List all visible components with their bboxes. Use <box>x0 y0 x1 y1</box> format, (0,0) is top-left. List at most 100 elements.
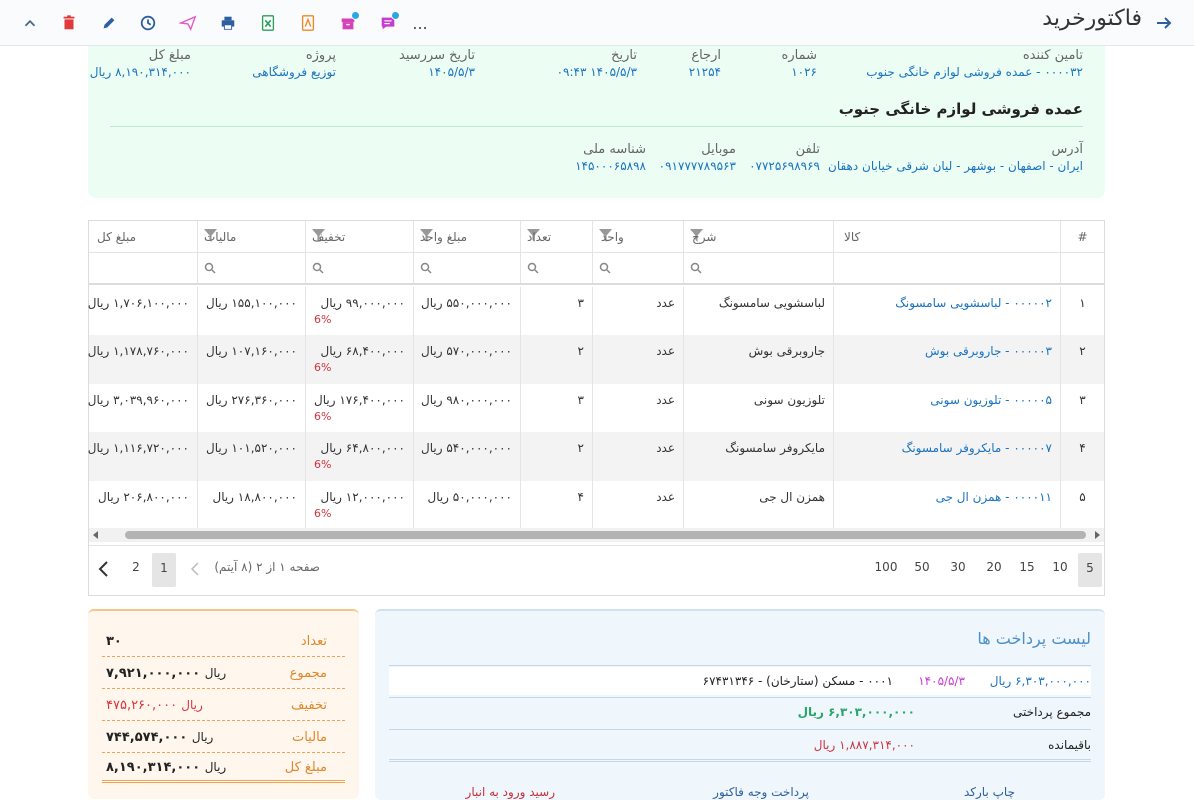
collapse-button[interactable] <box>15 8 45 38</box>
discount-cell: ۱۷۶,۴۰۰,۰۰۰ ریال 6% <box>305 384 413 432</box>
filter-unit-price-input[interactable] <box>413 253 520 283</box>
next-page-icon[interactable] <box>98 561 110 577</box>
filter-unit-input[interactable] <box>592 253 683 283</box>
col-unit-price-label: مبلغ واحد <box>420 229 468 244</box>
page-size-option[interactable]: 10 <box>1048 560 1072 574</box>
tax-cell: ۱۰۷,۱۶۰,۰۰۰ ریال <box>197 335 305 384</box>
history-button[interactable] <box>133 8 163 38</box>
scroll-thumb[interactable] <box>125 531 1086 539</box>
number-field: شماره ۱۰۲۶ <box>782 48 817 79</box>
page-size-option[interactable]: 50 <box>910 560 934 574</box>
table-row[interactable]: ۴ ۰۰۰۰۰۷ - مایکروفر سامسونگ مایکروفر سام… <box>87 432 1104 481</box>
page-button[interactable]: 2 <box>124 560 148 574</box>
payment-amount[interactable]: ۶,۳۰۳,۰۰۰,۰۰۰ ریال <box>990 674 1091 688</box>
filter-total-input[interactable] <box>89 253 197 283</box>
table-row[interactable]: ۱ ۰۰۰۰۰۲ - لباسشویی سامسونگ لباسشویی سام… <box>88 287 1104 335</box>
phone-field: تلفن ۰۷۷۲۵۶۹۸۹۶۹ <box>749 142 820 173</box>
delete-button[interactable] <box>54 8 84 38</box>
print-button[interactable] <box>213 8 243 38</box>
address-label: آدرس <box>1051 142 1083 157</box>
date-label: تاریخ <box>611 48 637 63</box>
unit-price-cell: ۵۷۰,۰۰۰,۰۰۰ ریال <box>413 335 520 384</box>
col-unit-header[interactable]: واحد <box>592 221 683 252</box>
mobile-value: ۰۹۱۷۷۷۷۸۹۵۶۳ <box>658 159 736 173</box>
number-label: شماره <box>781 48 817 63</box>
page-size-option[interactable]: 20 <box>982 560 1006 574</box>
filter-qty-input[interactable] <box>520 253 592 283</box>
item-link[interactable]: ۰۰۰۰۰۷ - مایکروفر سامسونگ <box>833 432 1060 481</box>
col-desc-header[interactable]: شرح <box>683 221 833 252</box>
col-total-header[interactable]: مبلغ کل <box>89 221 197 252</box>
search-icon <box>204 262 216 274</box>
search-icon <box>527 262 539 274</box>
payment-row[interactable]: ۶,۳۰۳,۰۰۰,۰۰۰ ریال ۱۴۰۵/۵/۳ ۰۰۰۱ - مسکن … <box>389 667 1091 695</box>
tax-cell: ۱۰۱,۵۲۰,۰۰۰ ریال <box>197 432 305 481</box>
page-size-option[interactable]: 100 <box>874 560 898 574</box>
col-unit-price-header[interactable]: مبلغ واحد <box>413 221 520 252</box>
project-link[interactable]: توزیع فروشگاهی <box>252 65 336 79</box>
page-size-option[interactable]: 15 <box>1015 560 1039 574</box>
total-field: مبلغ کل ۸,۱۹۰,۳۱۴,۰۰۰ ریال <box>90 48 191 79</box>
edit-button[interactable] <box>94 8 124 38</box>
export-excel-button[interactable] <box>253 8 283 38</box>
summary-subtotal-label: مجموع <box>289 666 327 681</box>
filter-tax-input[interactable] <box>197 253 305 283</box>
due-date-field: تاریخ سررسید ۱۴۰۵/۵/۳ <box>399 48 475 79</box>
table-row[interactable]: ۳ ۰۰۰۰۰۵ - تلوزیون سونی تلوزیون سونی عدد… <box>88 384 1104 432</box>
attachments-button[interactable] <box>333 8 363 38</box>
item-link[interactable]: ۰۰۰۰۰۵ - تلوزیون سونی <box>833 384 1060 432</box>
back-button[interactable] <box>1154 13 1174 33</box>
item-link[interactable]: ۰۰۰۰۱۱ - همزن ال جی <box>833 481 1060 528</box>
page-size-option[interactable]: 30 <box>946 560 970 574</box>
payments-title: لیست پرداخت ها <box>977 629 1091 648</box>
filter-discount-input[interactable] <box>305 253 413 283</box>
horizontal-scrollbar[interactable] <box>89 528 1104 542</box>
scroll-left-icon[interactable] <box>92 531 100 539</box>
number-value: ۱۰۲۶ <box>791 65 817 79</box>
page-button-current[interactable]: 1 <box>152 553 176 587</box>
summary-tax-value: ریال ۷۴۴,۵۷۴,۰۰۰ <box>106 730 213 745</box>
pay-invoice-button[interactable]: پرداخت وجه فاکتور <box>713 785 809 799</box>
discount-percent: 6% <box>314 410 332 423</box>
table-row[interactable]: ۲ ۰۰۰۰۰۳ - جاروبرقی بوش جاروبرقی بوش عدد… <box>88 335 1104 384</box>
more-button[interactable]: ... <box>405 8 435 38</box>
col-total-label: مبلغ کل <box>97 229 137 244</box>
warehouse-receipt-button[interactable]: رسید ورود به انبار <box>466 785 555 799</box>
col-qty-header[interactable]: تعداد <box>520 221 592 252</box>
filter-item-input[interactable] <box>833 253 1060 283</box>
item-link[interactable]: ۰۰۰۰۰۲ - لباسشویی سامسونگ <box>833 287 1060 335</box>
national-id-field: شناسه ملی ۱۴۵۰۰۰۶۵۸۹۸ <box>575 142 646 173</box>
export-pdf-button[interactable] <box>293 8 323 38</box>
discount-cell: ۶۸,۴۰۰,۰۰۰ ریال 6% <box>305 335 413 384</box>
currency-label: ریال <box>204 666 227 680</box>
unit-price-cell: ۹۸۰,۰۰۰,۰۰۰ ریال <box>413 384 520 432</box>
search-icon <box>599 262 611 274</box>
col-discount-header[interactable]: تخفیف <box>305 221 413 252</box>
page-info: صفحه ۱ از ۲ (۸ آیتم) <box>214 560 320 574</box>
filter-desc-input[interactable] <box>683 253 833 283</box>
col-tax-label: مالیات <box>204 229 237 244</box>
summary-discount-value: ریال ۴۷۵,۲۶۰,۰۰۰ <box>106 698 203 713</box>
item-link[interactable]: ۰۰۰۰۰۳ - جاروبرقی بوش <box>833 335 1060 384</box>
date-field: تاریخ ۱۴۰۵/۵/۳ ۰۹:۴۳ <box>557 48 637 79</box>
col-tax-header[interactable]: مالیات <box>197 221 305 252</box>
print-barcode-button[interactable]: چاپ بارکد <box>964 785 1015 799</box>
summary-count-row: تعداد ۳۰ <box>102 627 345 657</box>
divider <box>389 729 1091 730</box>
row-index: ۴ <box>1060 432 1104 481</box>
address-value: ایران - اصفهان - بوشهر - لیان شرقی خیابا… <box>828 159 1083 173</box>
prev-page-icon[interactable] <box>190 562 200 576</box>
clock-icon <box>140 15 156 31</box>
printer-icon <box>221 16 235 30</box>
supplier-link[interactable]: ۰۰۰۰۳۲ - عمده فروشی لوازم خانگی جنوب <box>866 65 1083 79</box>
qty-cell: ۳ <box>520 287 592 335</box>
total-cell: ۱,۱۱۶,۷۲۰,۰۰۰ ریال <box>87 441 189 455</box>
row-index: ۳ <box>1060 384 1104 432</box>
send-button[interactable] <box>173 8 203 38</box>
page-size-option[interactable]: 5 <box>1078 553 1102 587</box>
comments-button[interactable] <box>373 8 403 38</box>
scroll-right-icon[interactable] <box>1093 531 1101 539</box>
col-item-header[interactable]: کالا <box>833 221 1060 252</box>
table-row[interactable]: ۵ ۰۰۰۰۱۱ - همزن ال جی همزن ال جی عدد ۴ ۵… <box>89 481 1104 528</box>
qty-cell: ۲ <box>520 432 592 481</box>
